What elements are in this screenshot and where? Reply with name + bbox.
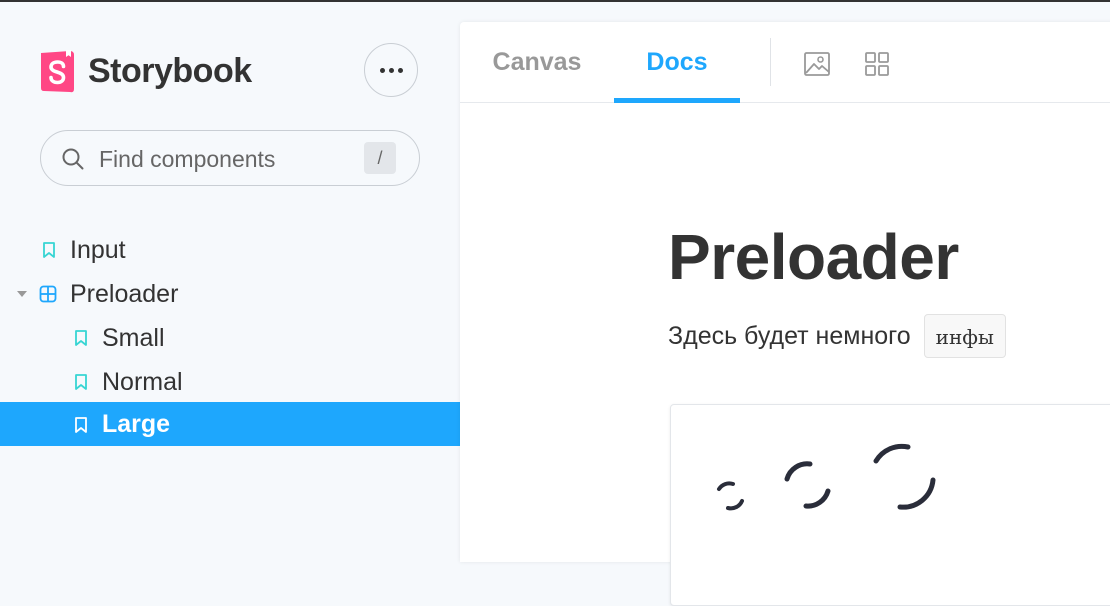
toolbar: Canvas Docs — [460, 22, 1110, 103]
toolbar-divider — [770, 38, 771, 86]
tree-item-preloader[interactable]: Preloader — [0, 272, 460, 316]
bookmark-icon — [43, 242, 55, 258]
tree-item-label: Large — [102, 409, 171, 438]
chevron-down-icon[interactable] — [17, 291, 27, 297]
inline-code: инфы — [923, 314, 1006, 358]
dot-icon — [379, 67, 385, 73]
tree-item-label: Input — [70, 235, 126, 264]
search-box[interactable]: / — [40, 130, 420, 186]
search-icon — [62, 148, 84, 170]
doc-description-text: Здесь будет немного — [668, 321, 911, 350]
component-icon — [39, 285, 57, 303]
tab-docs[interactable]: Docs — [614, 22, 740, 103]
tree-item-normal[interactable]: Normal — [0, 360, 460, 404]
tree-item-large[interactable]: Large — [0, 402, 460, 446]
bookmark-icon — [75, 417, 87, 433]
search-input[interactable] — [97, 143, 361, 175]
main-panel: Canvas Docs Preloader Здесь будет немног… — [460, 22, 1110, 606]
grid-icon[interactable] — [863, 50, 891, 78]
brand-name: Storybook — [88, 51, 252, 90]
storybook-logo-icon — [41, 50, 74, 93]
bookmark-icon — [75, 374, 87, 390]
storybook-logo[interactable]: Storybook — [40, 49, 252, 93]
dot-icon — [397, 67, 403, 73]
tree-item-label: Normal — [102, 367, 183, 396]
spinner-normal — [784, 461, 831, 509]
tab-canvas[interactable]: Canvas — [480, 22, 594, 102]
tree-item-label: Small — [102, 323, 165, 352]
doc-description: Здесь будет немного инфы — [668, 314, 1006, 358]
tree-item-small[interactable]: Small — [0, 316, 460, 360]
tree-item-label: Preloader — [70, 279, 179, 308]
sidebar-menu-button[interactable] — [364, 43, 418, 97]
dot-icon — [388, 67, 394, 73]
sidebar: Storybook / Input Preloader Small — [0, 2, 460, 548]
doc-title: Preloader — [668, 221, 959, 293]
search-shortcut-hint: / — [364, 142, 396, 174]
bookmark-icon — [75, 330, 87, 346]
spinner-large — [873, 443, 936, 510]
spinner-small — [717, 481, 744, 511]
story-preview — [670, 404, 1110, 606]
tree-item-input[interactable]: Input — [0, 228, 460, 272]
image-icon[interactable] — [803, 50, 831, 78]
